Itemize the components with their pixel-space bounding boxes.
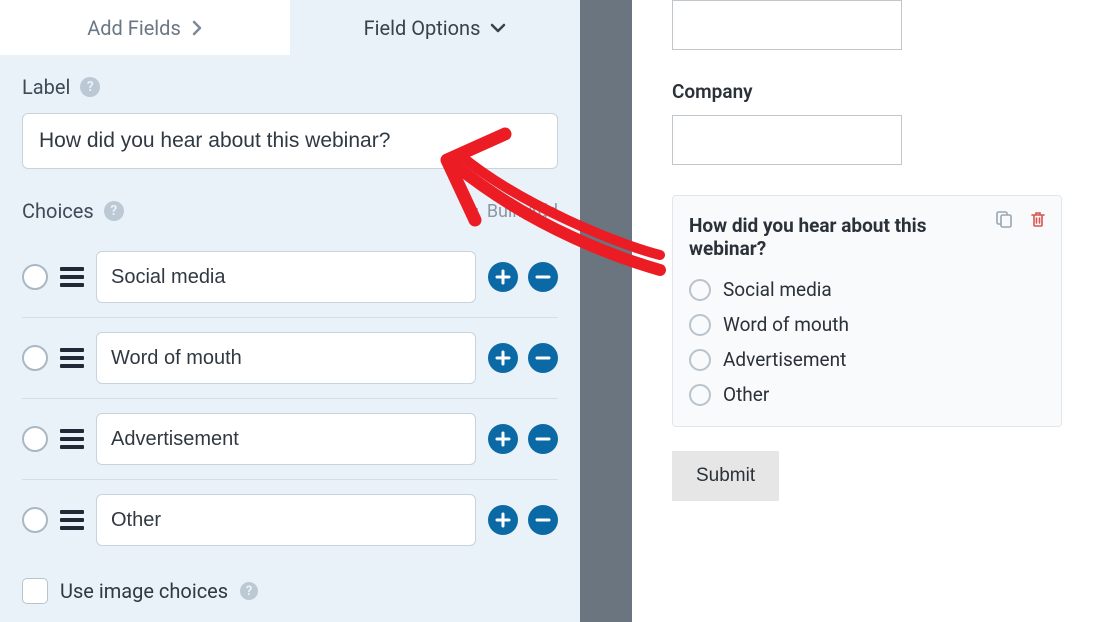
choice-rows <box>0 237 580 560</box>
duplicate-field-button[interactable] <box>991 206 1017 232</box>
remove-choice-button[interactable] <box>528 262 558 292</box>
minus-icon <box>535 431 551 447</box>
option-label: Other <box>723 383 769 406</box>
option-label: Advertisement <box>723 348 846 371</box>
drag-handle-icon[interactable] <box>60 510 84 530</box>
minus-icon <box>535 350 551 366</box>
default-radio[interactable] <box>22 426 48 452</box>
form-preview: Company How did you hear about this webi… <box>632 0 1116 622</box>
use-image-choices-label: Use image choices <box>60 579 228 603</box>
choice-input[interactable] <box>96 332 476 384</box>
preview-option[interactable]: Advertisement <box>689 348 1045 371</box>
question-field-card[interactable]: How did you hear about this webinar? Soc… <box>672 195 1062 427</box>
remove-choice-button[interactable] <box>528 343 558 373</box>
delete-field-button[interactable] <box>1025 206 1051 232</box>
choice-input[interactable] <box>96 494 476 546</box>
trash-icon <box>1028 209 1048 229</box>
default-radio[interactable] <box>22 264 48 290</box>
field-label-input[interactable] <box>22 113 558 169</box>
bulk-add-label: Bulk Add <box>487 201 558 222</box>
chevron-right-icon <box>191 20 203 36</box>
tab-label: Field Options <box>364 16 481 40</box>
submit-button[interactable]: Submit <box>672 451 779 501</box>
plus-icon <box>495 512 511 528</box>
chevron-down-icon <box>490 22 506 34</box>
default-radio[interactable] <box>22 345 48 371</box>
minus-icon <box>535 269 551 285</box>
panel-tabs: Add Fields Field Options <box>0 0 580 55</box>
radio-icon <box>689 279 711 301</box>
section-title: Choices <box>22 199 94 223</box>
radio-icon <box>689 349 711 371</box>
radio-icon <box>689 314 711 336</box>
drag-handle-icon[interactable] <box>60 267 84 287</box>
field-options-panel: Add Fields Field Options Label ? Choices <box>0 0 580 622</box>
preview-input-prior[interactable] <box>672 0 902 50</box>
tab-add-fields[interactable]: Add Fields <box>0 0 290 55</box>
option-label: Word of mouth <box>723 313 849 336</box>
preview-option[interactable]: Word of mouth <box>689 313 1045 336</box>
drag-handle-icon[interactable] <box>60 348 84 368</box>
tab-label: Add Fields <box>87 16 181 40</box>
default-radio[interactable] <box>22 507 48 533</box>
label-section: Label ? <box>0 55 580 179</box>
help-icon[interactable]: ? <box>104 201 124 221</box>
add-choice-button[interactable] <box>488 424 518 454</box>
help-icon[interactable]: ? <box>240 582 258 600</box>
plus-icon <box>495 350 511 366</box>
tab-field-options[interactable]: Field Options <box>290 0 580 55</box>
company-label: Company <box>672 80 1062 103</box>
panel-divider <box>580 0 632 622</box>
download-icon <box>465 203 481 219</box>
choice-row <box>22 399 558 480</box>
choice-row <box>22 480 558 560</box>
minus-icon <box>535 512 551 528</box>
choice-input[interactable] <box>96 413 476 465</box>
bulk-add-button[interactable]: Bulk Add <box>465 201 558 222</box>
add-choice-button[interactable] <box>488 343 518 373</box>
duplicate-icon <box>994 209 1014 229</box>
preview-option[interactable]: Social media <box>689 278 1045 301</box>
plus-icon <box>495 269 511 285</box>
company-input[interactable] <box>672 115 902 165</box>
add-choice-button[interactable] <box>488 262 518 292</box>
drag-handle-icon[interactable] <box>60 429 84 449</box>
choice-input[interactable] <box>96 251 476 303</box>
choice-row <box>22 237 558 318</box>
add-choice-button[interactable] <box>488 505 518 535</box>
remove-choice-button[interactable] <box>528 424 558 454</box>
use-image-choices-checkbox[interactable] <box>22 578 48 604</box>
question-options: Social media Word of mouth Advertisement… <box>689 278 1045 406</box>
help-icon[interactable]: ? <box>80 77 100 97</box>
section-title: Label <box>22 75 70 99</box>
plus-icon <box>495 431 511 447</box>
image-choices-row: Use image choices ? <box>0 560 580 622</box>
option-label: Social media <box>723 278 832 301</box>
card-actions <box>991 206 1051 232</box>
choice-row <box>22 318 558 399</box>
preview-option[interactable]: Other <box>689 383 1045 406</box>
radio-icon <box>689 384 711 406</box>
choices-section: Choices ? Bulk Add <box>0 179 580 237</box>
remove-choice-button[interactable] <box>528 505 558 535</box>
